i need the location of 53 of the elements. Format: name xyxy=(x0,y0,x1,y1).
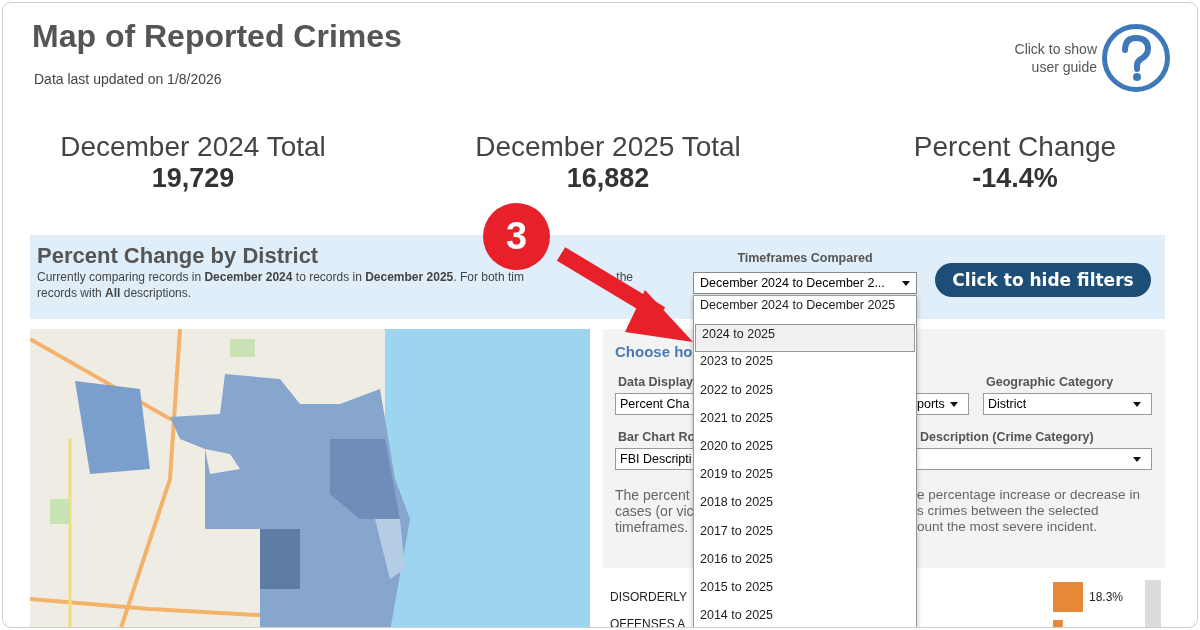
note-text: e percentage increase or decrease in xyxy=(917,487,1141,503)
value-label: 18.3% xyxy=(1089,590,1124,604)
field-label: Description (Crime Category) xyxy=(919,429,1095,446)
last-updated-text: Data last updated on 1/8/2026 xyxy=(34,71,223,87)
page-title: Map of Reported Crimes xyxy=(32,18,402,55)
dropdown-option[interactable]: December 2024 to December 2025 xyxy=(694,296,916,325)
description-text: records with All descriptions. xyxy=(37,285,193,301)
section-title: Percent Change by District xyxy=(37,243,320,269)
dropdown-select[interactable]: ports xyxy=(917,393,969,415)
timeframes-dropdown[interactable]: December 2024 to December 2... xyxy=(693,272,917,294)
category-label: DISORDERLY xyxy=(610,590,688,604)
dropdown-option[interactable]: 2017 to 2025 xyxy=(694,521,916,550)
total-label: Percent Change xyxy=(913,131,1117,163)
dropdown-option[interactable]: 2024 to 2025 xyxy=(695,324,915,353)
total-value: -14.4% xyxy=(972,163,1058,194)
bar xyxy=(1053,620,1063,627)
description-text: the xyxy=(616,269,633,285)
panel-heading: Choose ho xyxy=(615,343,694,360)
total-value: 19,729 xyxy=(151,163,235,194)
dropdown-option[interactable]: 2016 to 2025 xyxy=(694,549,916,578)
help-icon[interactable] xyxy=(1101,23,1171,93)
field-label: Geographic Category xyxy=(985,375,1115,391)
user-guide-link[interactable]: Click to show user guide xyxy=(1014,40,1097,76)
description-text: Currently comparing records in December 2024 to records in December 2025. For both tim xyxy=(37,269,524,285)
dropdown-option[interactable]: 2020 to 2025 xyxy=(694,436,916,466)
note-text: s crimes between the selected xyxy=(917,503,1100,519)
total-value: 16,882 xyxy=(566,163,650,194)
dropdown-option[interactable]: 2019 to 2025 xyxy=(694,465,916,494)
total-label: December 2024 Total xyxy=(60,131,326,163)
dropdown-option[interactable]: 2018 to 2025 xyxy=(694,493,916,522)
note-text: The percent xyxy=(615,487,691,503)
description-select[interactable] xyxy=(917,448,1152,470)
note-text: timeframes. xyxy=(615,519,690,535)
dropdown-option[interactable]: 2023 to 2025 xyxy=(694,352,916,381)
note-text: cases (or vic xyxy=(615,503,693,519)
caret-icon xyxy=(1133,401,1141,407)
geographic-category-select[interactable]: District xyxy=(983,393,1152,415)
note-text: ount the most severe incident. xyxy=(917,519,1099,535)
caret-icon xyxy=(902,280,910,286)
total-label: December 2025 Total xyxy=(475,131,741,163)
field-label: Data Display xyxy=(617,375,693,391)
dropdown-option[interactable]: 2014 to 2025 xyxy=(694,606,916,627)
data-display-select[interactable]: Percent Cha xyxy=(615,393,693,415)
dropdown-option[interactable]: 2021 to 2025 xyxy=(694,408,916,437)
dropdown-option[interactable]: 2022 to 2025 xyxy=(694,380,916,409)
caret-icon xyxy=(1133,456,1141,462)
bar-chart-select[interactable]: FBI Descripti xyxy=(615,448,693,470)
caret-icon xyxy=(950,401,958,407)
timeframes-label: Timeframes Compared xyxy=(737,251,873,265)
bar xyxy=(1053,582,1083,612)
hide-filters-button[interactable]: Click to hide filters xyxy=(935,263,1151,297)
scrollbar[interactable] xyxy=(1145,580,1161,627)
dropdown-option[interactable]: 2015 to 2025 xyxy=(694,577,916,607)
